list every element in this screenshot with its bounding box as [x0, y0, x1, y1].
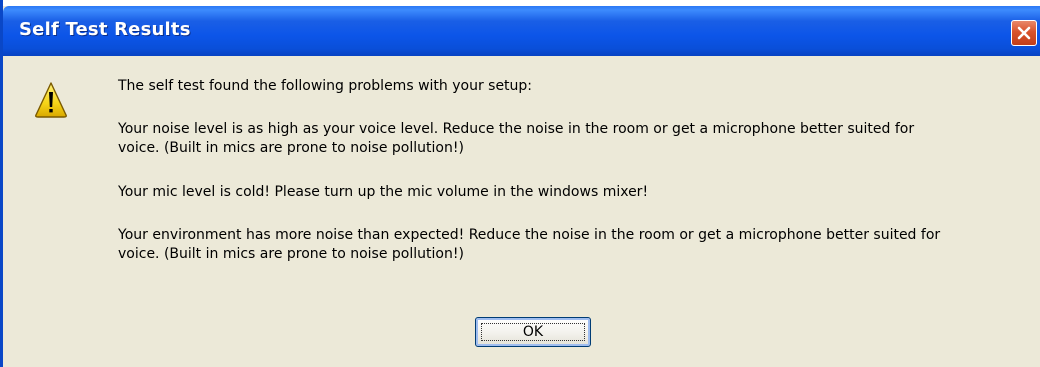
problem-noise-line1: Your noise level is as high as your voic…	[118, 121, 915, 137]
ok-button[interactable]: OK	[475, 317, 591, 347]
problem-mic-level: Your mic level is cold! Please turn up t…	[118, 184, 649, 200]
close-button[interactable]	[1011, 20, 1037, 46]
warning-icon	[35, 82, 67, 118]
problem-environment-line2: voice. (Built in mics are prone to noise…	[118, 246, 464, 262]
problem-noise-line2: voice. (Built in mics are prone to noise…	[118, 140, 464, 156]
dialog-title: Self Test Results	[19, 19, 191, 40]
dialog-window: Self Test Results The self test found th…	[0, 0, 1040, 367]
ok-button-label: OK	[522, 324, 544, 340]
problem-environment-line1: Your environment has more noise than exp…	[118, 227, 941, 243]
close-icon	[1017, 26, 1031, 40]
intro-text: The self test found the following proble…	[118, 78, 533, 94]
title-bar[interactable]: Self Test Results	[3, 6, 1040, 56]
